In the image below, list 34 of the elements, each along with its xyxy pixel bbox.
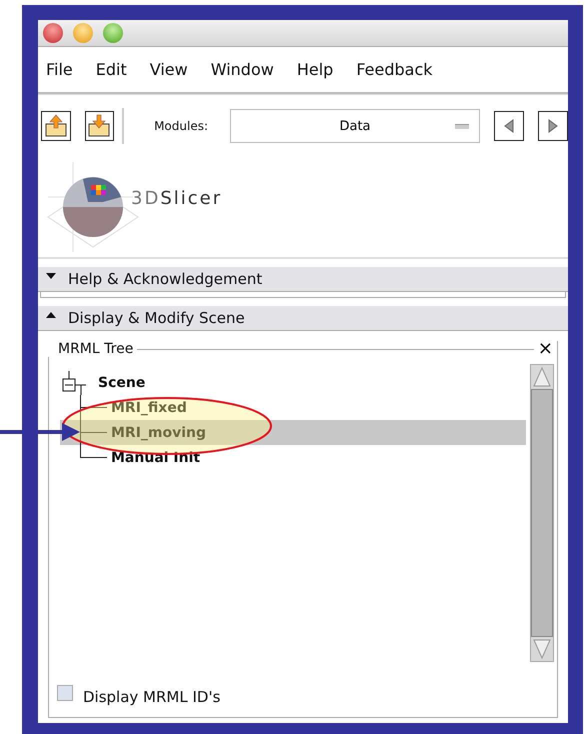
triangle-icon [46,311,56,319]
close-window-button[interactable] [43,23,63,43]
zoom-window-button[interactable] [103,23,123,43]
left-triangle-icon [504,119,514,133]
load-folder-button[interactable] [41,111,71,141]
checkbox-label: Display MRML ID's [83,688,220,706]
checkbox[interactable] [57,685,73,701]
tree-row[interactable]: MRI_moving [60,420,526,445]
tree-row[interactable]: MRI_fixed [60,395,526,420]
menu-item[interactable]: File [46,60,73,79]
modules-label: Modules: [154,119,208,133]
modules-dropdown[interactable]: Data [230,109,480,143]
menu-item[interactable]: Window [210,60,274,79]
previous-button[interactable] [494,111,524,141]
save-folder-button[interactable] [84,111,114,141]
next-button[interactable] [538,111,568,141]
menu-item[interactable]: Edit [96,60,127,79]
triangle-icon [46,272,56,280]
scroll-down-icon[interactable] [531,637,553,661]
section-header[interactable]: Help & Acknowledgement [38,267,568,292]
menu-item[interactable]: View [150,60,188,79]
scroll-up-icon[interactable] [531,365,553,389]
vertical-scrollbar[interactable] [530,364,554,662]
right-triangle-icon [548,119,558,133]
panel-title: MRML Tree [48,341,138,357]
app-logo-text: 3D Slicer [131,188,222,208]
menu-item[interactable]: Help [296,60,334,79]
section-header[interactable]: Display & Modify Scene [38,306,568,331]
tree-item-label: MRI_fixed [111,400,187,416]
tree-row[interactable]: Scene [60,370,526,395]
tree-item-label: Scene [98,374,146,390]
close-icon[interactable]: × [534,340,557,358]
tree-item-label: MRI_moving [111,424,206,440]
menu-item[interactable]: Feedback [356,60,433,79]
